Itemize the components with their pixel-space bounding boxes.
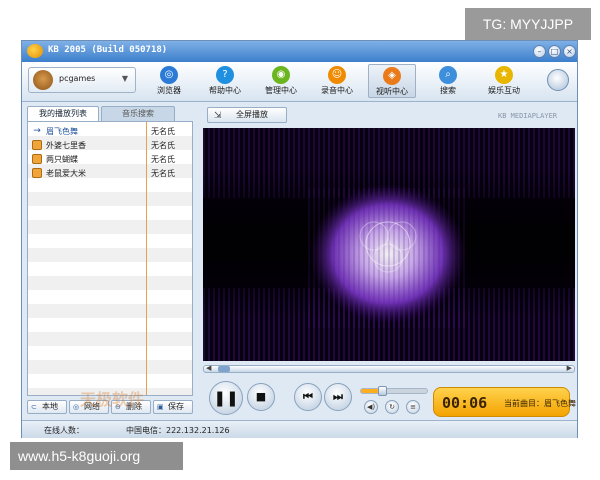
toolbar-record-button[interactable]: ☺ 录音中心 bbox=[314, 64, 360, 98]
user-selector[interactable]: pcgames ▼ bbox=[28, 67, 136, 93]
pause-button[interactable]: ❚❚ bbox=[209, 381, 243, 415]
panel-toggle-button[interactable] bbox=[547, 69, 569, 91]
minimize-button[interactable]: – bbox=[533, 45, 546, 58]
visualization-graphic bbox=[203, 128, 575, 361]
song-artist: 无名氏 bbox=[151, 127, 175, 136]
user-name: pcgames bbox=[59, 74, 96, 83]
media-icon: ◈ bbox=[383, 67, 401, 85]
window-title: KB 2005 (Build 050718) bbox=[48, 45, 168, 55]
toolbar-manage-button[interactable]: ◉ 管理中心 bbox=[258, 64, 304, 98]
tg-badge: TG: MYYJJPP bbox=[465, 8, 591, 40]
playlist-list: → 眉飞色舞 无名氏 外婆七里香 无名氏 两只蝴蝶 无名氏 老鼠爱大米 无名氏 bbox=[27, 121, 193, 396]
now-playing-label: 当前曲目：眉飞色舞 bbox=[504, 399, 576, 408]
main-toolbar: pcgames ▼ ◎ 浏览器 ? 帮助中心 ◉ 管理中心 ☺ 录音中心 ◈ 视… bbox=[22, 62, 577, 102]
star-icon: ★ bbox=[495, 66, 513, 84]
maximize-button[interactable]: □ bbox=[548, 45, 561, 58]
list-item[interactable]: 外婆七里香 无名氏 bbox=[28, 138, 192, 152]
seek-thumb[interactable] bbox=[218, 366, 230, 372]
browser-icon: ◎ bbox=[160, 66, 178, 84]
list-item[interactable]: 老鼠爱大米 无名氏 bbox=[28, 166, 192, 180]
toolbar-help-button[interactable]: ? 帮助中心 bbox=[202, 64, 248, 98]
music-file-icon bbox=[32, 154, 42, 164]
equalizer-icon[interactable]: ≡ bbox=[406, 400, 420, 414]
user-avatar bbox=[33, 70, 53, 90]
song-title: 外婆七里香 bbox=[46, 141, 86, 150]
chevron-down-icon: ▼ bbox=[121, 74, 128, 83]
arrow-right-icon: → bbox=[33, 126, 41, 136]
media-player-brand: KB MEDIAPLAYER bbox=[498, 112, 558, 120]
tab-my-playlist[interactable]: 我的播放列表 bbox=[27, 106, 99, 121]
local-button[interactable]: ⊂ 本地 bbox=[27, 400, 67, 414]
app-logo-icon bbox=[27, 44, 43, 58]
folder-icon: ⊂ bbox=[31, 403, 37, 411]
repeat-icon[interactable]: ↻ bbox=[385, 400, 399, 414]
status-bar: 在线人数： 中国电信：222.132.21.126 bbox=[22, 420, 577, 438]
button-label: 本地 bbox=[42, 402, 58, 411]
manage-icon: ◉ bbox=[272, 66, 290, 84]
toolbar-label: 搜索 bbox=[440, 86, 456, 95]
toolbar-label: 录音中心 bbox=[321, 86, 353, 95]
toolbar-label: 浏览器 bbox=[157, 86, 181, 95]
toolbar-label: 帮助中心 bbox=[209, 86, 241, 95]
search-icon: ⌕ bbox=[439, 66, 457, 84]
record-icon: ☺ bbox=[328, 66, 346, 84]
fullscreen-button[interactable]: ⇲ 全屏播放 bbox=[207, 107, 287, 123]
list-item[interactable]: 两只蝴蝶 无名氏 bbox=[28, 152, 192, 166]
tab-music-search[interactable]: 音乐搜索 bbox=[101, 106, 175, 121]
now-playing-display: 00:06 当前曲目：眉飞色舞 bbox=[433, 387, 576, 417]
stop-button[interactable]: ■ bbox=[247, 383, 275, 411]
song-title: 眉飞色舞 bbox=[46, 127, 78, 136]
music-file-icon bbox=[32, 168, 42, 178]
volume-thumb[interactable] bbox=[378, 386, 387, 396]
list-item[interactable]: → 眉飞色舞 无名氏 bbox=[28, 124, 192, 138]
server-info: 中国电信：222.132.21.126 bbox=[126, 426, 230, 435]
toolbar-entertainment-button[interactable]: ★ 娱乐互动 bbox=[481, 64, 527, 98]
toolbar-media-button[interactable]: ◈ 视听中心 bbox=[368, 64, 416, 98]
song-title: 老鼠爱大米 bbox=[46, 169, 86, 178]
song-artist: 无名氏 bbox=[151, 155, 175, 164]
toolbar-label: 视听中心 bbox=[376, 87, 408, 96]
seek-left-icon: ◀ bbox=[206, 364, 212, 372]
online-count: 在线人数： bbox=[44, 426, 84, 435]
help-icon: ? bbox=[216, 66, 234, 84]
toolbar-label: 管理中心 bbox=[265, 86, 297, 95]
song-artist: 无名氏 bbox=[151, 141, 175, 150]
elapsed-time: 00:06 bbox=[442, 394, 488, 412]
close-button[interactable]: × bbox=[563, 45, 576, 58]
song-title: 两只蝴蝶 bbox=[46, 155, 78, 164]
music-file-icon bbox=[32, 140, 42, 150]
seek-right-icon: ▶ bbox=[566, 364, 572, 372]
next-button[interactable]: ⏭ bbox=[324, 383, 352, 411]
volume-slider[interactable] bbox=[360, 386, 428, 396]
fullscreen-icon: ⇲ bbox=[214, 111, 222, 121]
button-label: 全屏播放 bbox=[236, 110, 268, 119]
song-artist: 无名氏 bbox=[151, 169, 175, 178]
app-window: KB 2005 (Build 050718) – □ × pcgames ▼ ◎… bbox=[21, 40, 578, 438]
toolbar-label: 娱乐互动 bbox=[488, 86, 520, 95]
speaker-icon[interactable]: ◀) bbox=[364, 400, 378, 414]
site-url-badge: www.h5-k8guoji.org bbox=[10, 442, 183, 470]
title-bar[interactable]: KB 2005 (Build 050718) – □ × bbox=[22, 41, 577, 62]
video-display[interactable] bbox=[203, 128, 575, 361]
seek-bar[interactable]: ◀ ▶ bbox=[203, 364, 575, 373]
toolbar-search-button[interactable]: ⌕ 搜索 bbox=[425, 64, 471, 98]
previous-button[interactable]: ⏮ bbox=[294, 383, 322, 411]
playlist-panel: 我的播放列表 音乐搜索 → 眉飞色舞 无名氏 外婆七里香 无名氏 两只蝴蝶 无名… bbox=[27, 106, 193, 431]
toolbar-browser-button[interactable]: ◎ 浏览器 bbox=[146, 64, 192, 98]
